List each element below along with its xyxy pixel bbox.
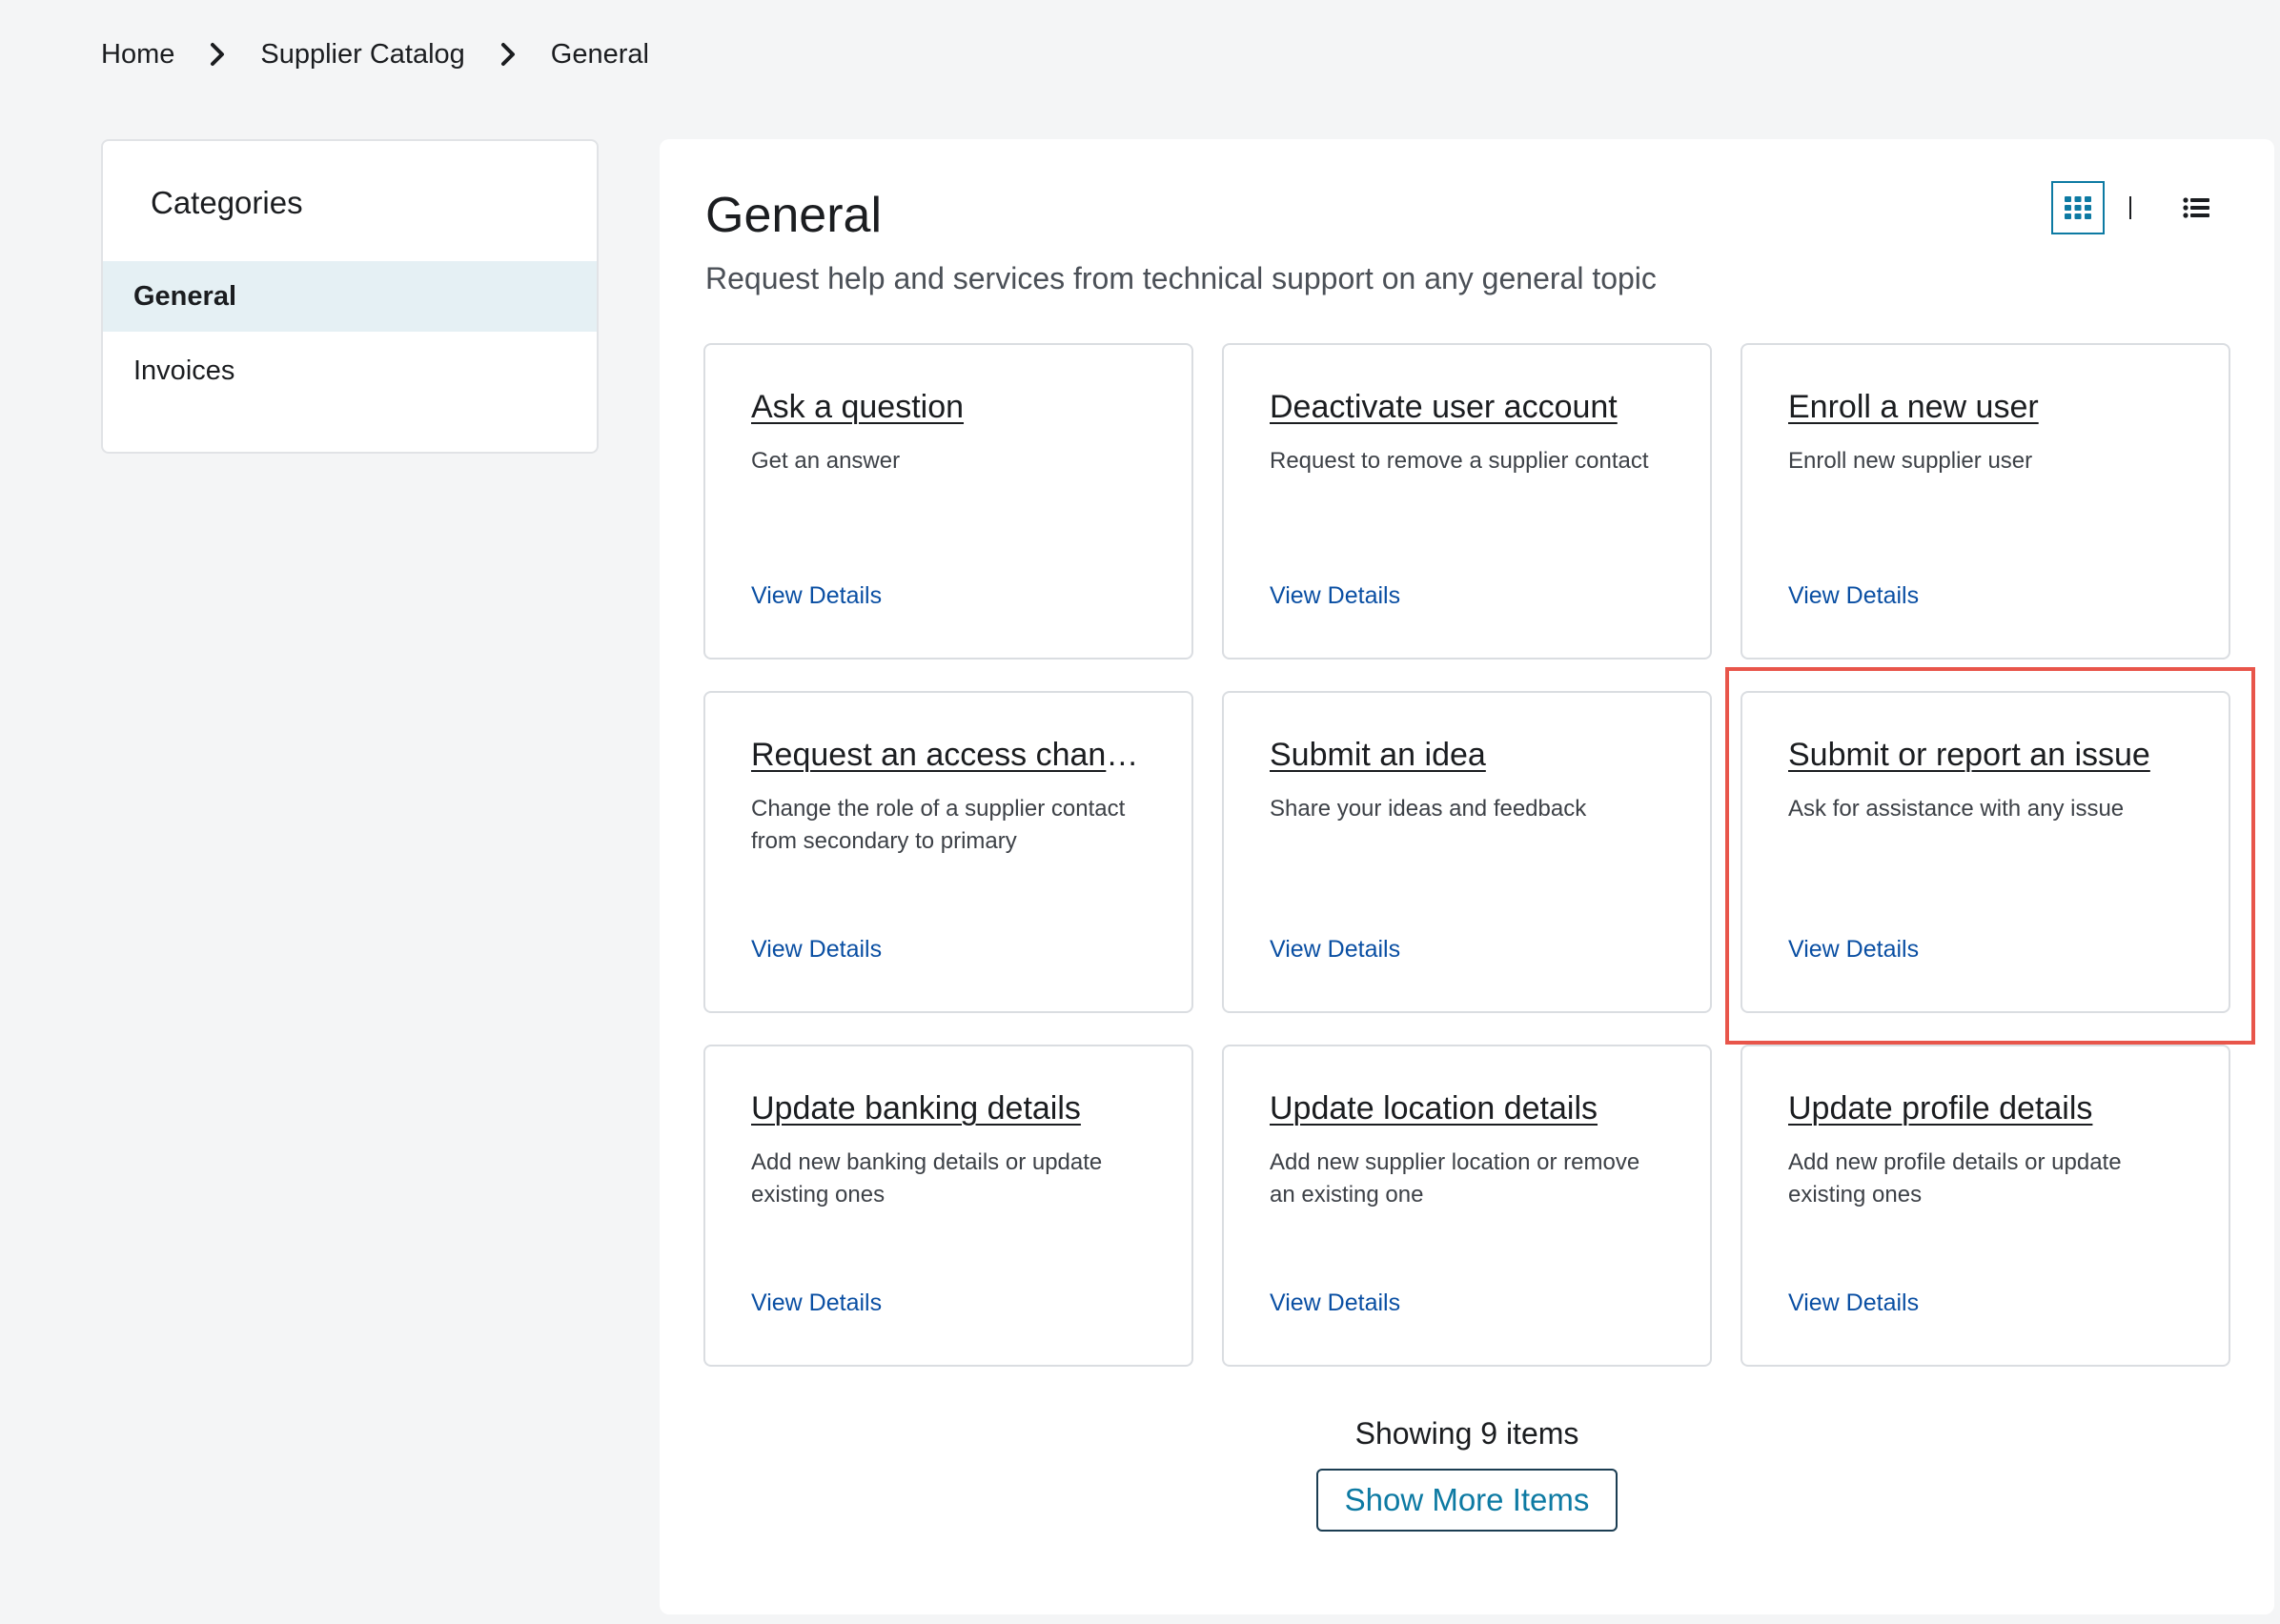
breadcrumb-supplier-catalog[interactable]: Supplier Catalog — [260, 39, 464, 71]
view-details-link[interactable]: View Details — [1270, 582, 1400, 610]
items-count: Showing 9 items — [1354, 1416, 1579, 1451]
catalog-grid: Ask a question Get an answer View Detail… — [703, 343, 2230, 1367]
card-description: Add new supplier location or remove an e… — [1270, 1149, 1640, 1208]
list-view-button[interactable] — [2169, 181, 2223, 234]
card-description: Enroll new supplier user — [1788, 448, 2033, 474]
catalog-card-update-banking-details: Update banking details Add new banking d… — [703, 1045, 1193, 1367]
card-title[interactable]: Update location details — [1270, 1090, 1664, 1127]
catalog-card-update-profile-details: Update profile details Add new profile d… — [1741, 1045, 2230, 1367]
card-title[interactable]: Submit or report an issue — [1788, 737, 2183, 774]
category-item-general[interactable]: General — [103, 261, 597, 332]
card-description: Add new banking details or update existi… — [751, 1149, 1103, 1208]
card-description: Get an answer — [751, 448, 901, 474]
card-description: Add new profile details or update existi… — [1788, 1149, 2122, 1208]
view-details-link[interactable]: View Details — [1270, 1289, 1400, 1317]
card-title[interactable]: Update profile details — [1788, 1090, 2183, 1127]
view-details-link[interactable]: View Details — [1270, 936, 1400, 964]
catalog-card-submit-an-idea: Submit an idea Share your ideas and feed… — [1222, 691, 1712, 1013]
card-title[interactable]: Enroll a new user — [1788, 389, 2183, 426]
chevron-right-icon — [465, 34, 551, 74]
catalog-card-ask-a-question: Ask a question Get an answer View Detail… — [703, 343, 1193, 660]
breadcrumb-current: General — [550, 38, 649, 70]
category-item-invoices[interactable]: Invoices — [103, 335, 597, 406]
catalog-card-deactivate-user-account: Deactivate user account Request to remov… — [1222, 343, 1712, 660]
show-more-items-button[interactable]: Show More Items — [1316, 1469, 1618, 1532]
catalog-card-update-location-details: Update location details Add new supplier… — [1222, 1045, 1712, 1367]
page-subtitle: Request help and services from technical… — [705, 261, 1657, 295]
view-details-link[interactable]: View Details — [1788, 936, 1919, 964]
catalog-card-request-access-change: Request an access change r... Change the… — [703, 691, 1193, 1013]
catalog-card-submit-or-report-an-issue: Submit or report an issue Ask for assist… — [1741, 691, 2230, 1013]
grid-view-button[interactable] — [2051, 181, 2105, 234]
view-details-link[interactable]: View Details — [751, 1289, 882, 1317]
list-view-icon — [2183, 197, 2209, 218]
page-title: General — [705, 188, 882, 243]
catalog-content: General Request help and services from t… — [660, 139, 2274, 1614]
view-details-link[interactable]: View Details — [751, 582, 882, 610]
card-title[interactable]: Request an access change r... — [751, 737, 1146, 774]
categories-panel: Categories General Invoices — [101, 139, 599, 454]
card-title[interactable]: Update banking details — [751, 1090, 1146, 1127]
card-title[interactable]: Ask a question — [751, 389, 1146, 426]
breadcrumb: Home Supplier Catalog General — [101, 34, 649, 74]
chevron-right-icon — [174, 34, 260, 74]
view-details-link[interactable]: View Details — [751, 936, 882, 964]
grid-view-icon — [2065, 196, 2091, 219]
card-description: Share your ideas and feedback — [1270, 796, 1587, 822]
card-description: Change the role of a supplier contact fr… — [751, 796, 1126, 854]
card-description: Request to remove a supplier contact — [1270, 448, 1649, 474]
catalog-card-enroll-a-new-user: Enroll a new user Enroll new supplier us… — [1741, 343, 2230, 660]
breadcrumb-home[interactable]: Home — [101, 39, 174, 71]
view-toggle — [2051, 181, 2223, 234]
categories-heading: Categories — [151, 185, 303, 220]
card-title[interactable]: Submit an idea — [1270, 737, 1664, 774]
card-description: Ask for assistance with any issue — [1788, 796, 2125, 822]
view-details-link[interactable]: View Details — [1788, 582, 1919, 610]
view-details-link[interactable]: View Details — [1788, 1289, 1919, 1317]
card-title[interactable]: Deactivate user account — [1270, 389, 1664, 426]
view-toggle-divider — [2129, 196, 2131, 219]
